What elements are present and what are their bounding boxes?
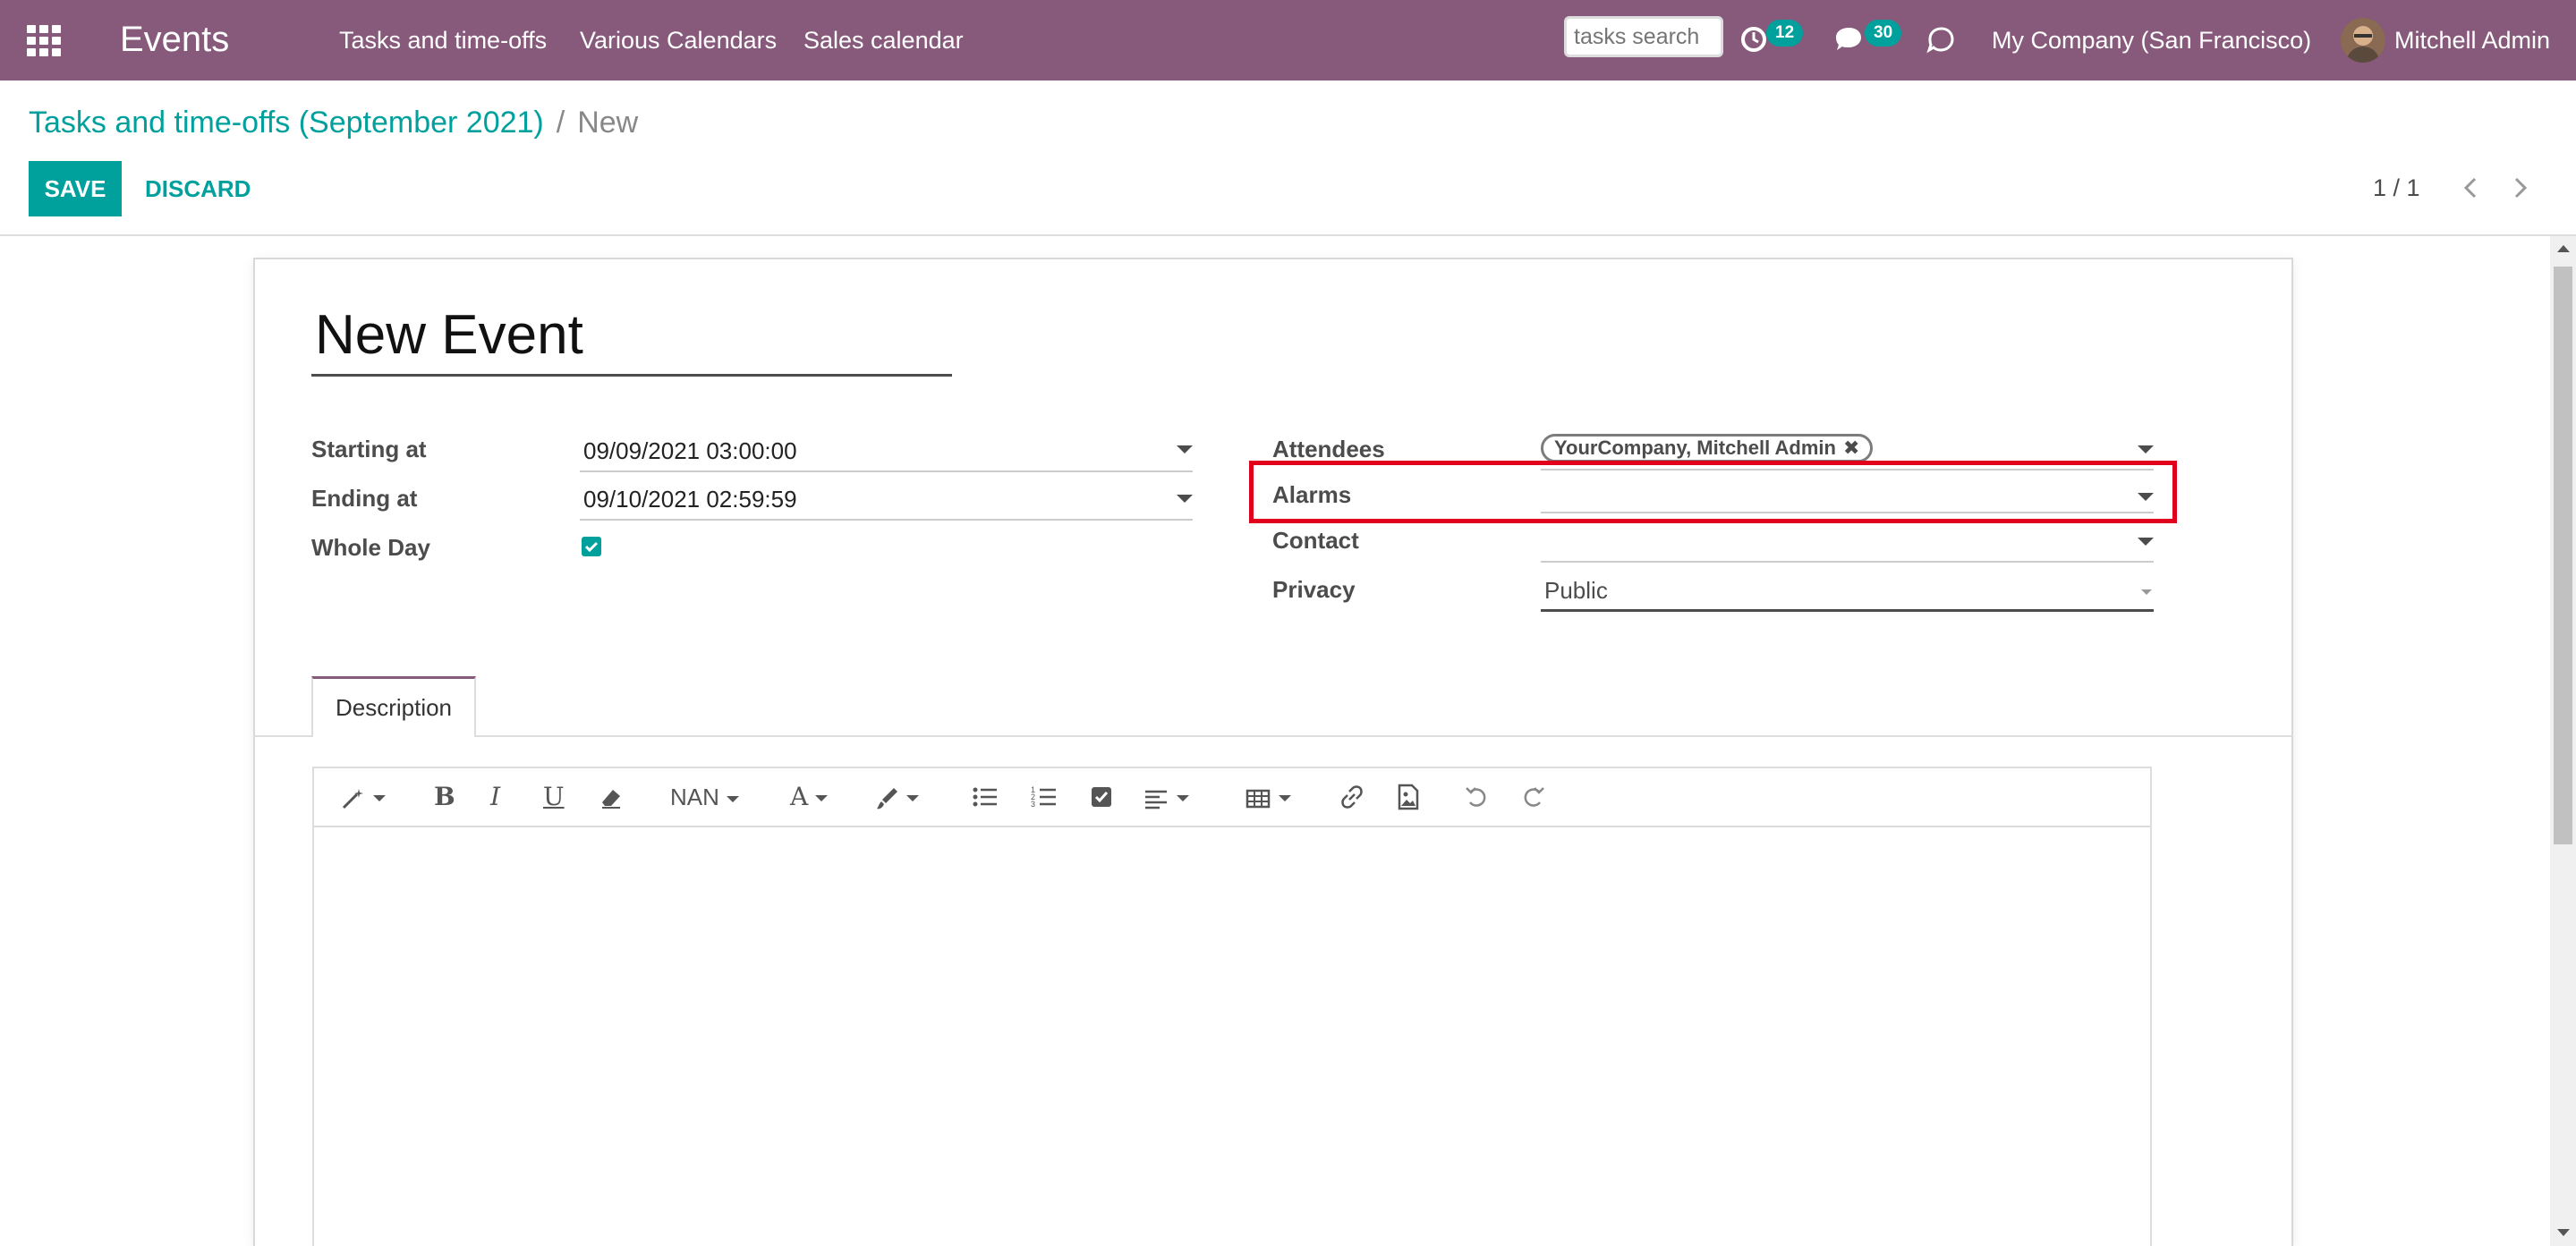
numbered-list-icon[interactable]: 123 [1030,781,1058,813]
top-navbar: Events Tasks and time-offs Various Calen… [0,0,2576,81]
checkmark-icon [584,541,599,553]
magic-wand-icon [342,788,363,809]
page-scrollbar[interactable] [2550,236,2576,1246]
ending-at-field[interactable]: 09/10/2021 02:59:59 [580,479,1193,521]
link-icon[interactable] [1338,781,1366,813]
pager-value[interactable]: 1 / 1 [2373,172,2420,204]
company-switcher[interactable]: My Company (San Francisco) [1992,25,2311,55]
style-dropdown[interactable] [339,781,386,813]
alarms-highlight-box [1249,461,2177,523]
starting-at-field[interactable]: 09/09/2021 03:00:00 [580,431,1193,472]
app-title: Events [120,20,230,59]
breadcrumb-parent[interactable]: Tasks and time-offs (September 2021) [29,106,544,140]
paragraph-align-dropdown[interactable] [1143,781,1189,813]
attendees-label: Attendees [1272,436,1385,462]
description-editor: B I U NAN A 123 [312,767,2152,1246]
privacy-dropdown-icon[interactable] [2141,589,2152,595]
scrollbar-thumb[interactable] [2554,267,2572,844]
contact-label: Contact [1272,527,1359,554]
messages-count-badge: 30 [1865,20,1902,47]
pager-next-icon[interactable] [2504,170,2536,206]
menu-sales-calendar[interactable]: Sales calendar [803,25,964,55]
starting-at-label: Starting at [311,436,427,462]
font-color-dropdown[interactable]: A [790,781,829,813]
ending-at-label: Ending at [311,485,418,512]
privacy-select[interactable]: Public [1541,571,2154,612]
discard-button[interactable]: DISCARD [145,161,251,216]
font-size-label: NAN [670,784,719,810]
font-color-label: A [790,782,809,811]
save-button[interactable]: SAVE [29,161,122,216]
starting-at-dropdown-icon[interactable] [1177,445,1193,453]
remove-tag-icon[interactable]: ✖ [1843,437,1859,460]
activity-clock-icon[interactable] [1738,23,1770,55]
tab-description[interactable]: Description [311,676,476,737]
underline-icon[interactable]: U [543,781,565,813]
contact-field[interactable] [1541,521,2154,563]
breadcrumb-current: New [577,106,639,140]
attendee-tag[interactable]: YourCompany, Mitchell Admin ✖ [1541,434,1874,462]
bold-icon[interactable]: B [434,781,455,813]
event-title-input[interactable]: New Event [311,300,952,377]
chat-bubble-icon[interactable] [1925,23,1957,55]
redo-icon[interactable] [1520,781,1547,813]
notebook-tabs-line [254,735,2292,737]
menu-tasks-time-offs[interactable]: Tasks and time-offs [339,25,547,55]
svg-text:3: 3 [1031,800,1035,809]
table-dropdown[interactable] [1245,781,1291,813]
whole-day-label: Whole Day [311,534,430,561]
paintbrush-icon [877,787,897,809]
activity-count-badge: 12 [1766,20,1804,47]
privacy-label: Privacy [1272,576,1356,603]
scroll-down-arrow-icon[interactable] [2557,1229,2570,1236]
align-left-icon [1145,790,1167,809]
breadcrumb-separator: / [556,106,565,140]
table-icon [1245,789,1271,808]
breadcrumb: Tasks and time-offs (September 2021) / New [29,104,638,141]
attendee-tag-label: YourCompany, Mitchell Admin [1554,437,1836,459]
editor-toolbar: B I U NAN A 123 [314,768,2150,827]
messages-chat-icon[interactable] [1832,23,1865,55]
checklist-icon[interactable] [1089,781,1116,813]
user-avatar[interactable] [2341,18,2385,63]
italic-icon[interactable]: I [490,781,500,813]
tasks-search-input[interactable] [1564,16,1723,57]
attendees-dropdown-icon[interactable] [2138,445,2154,453]
description-text-area[interactable] [314,827,2150,1246]
whole-day-checkbox[interactable] [582,537,601,556]
eraser-icon[interactable] [597,781,625,813]
contact-dropdown-icon[interactable] [2138,538,2154,546]
scroll-up-arrow-icon[interactable] [2557,245,2570,252]
image-icon[interactable] [1395,781,1422,813]
menu-various-calendars[interactable]: Various Calendars [580,25,777,55]
user-menu[interactable]: Mitchell Admin [2394,25,2550,55]
apps-menu-icon[interactable] [27,25,61,56]
bullet-list-icon[interactable] [971,781,999,813]
pager-previous-icon[interactable] [2455,170,2487,206]
font-size-dropdown[interactable]: NAN [670,781,739,813]
undo-icon[interactable] [1463,781,1490,813]
ending-at-dropdown-icon[interactable] [1177,495,1193,503]
background-color-dropdown[interactable] [874,781,919,813]
